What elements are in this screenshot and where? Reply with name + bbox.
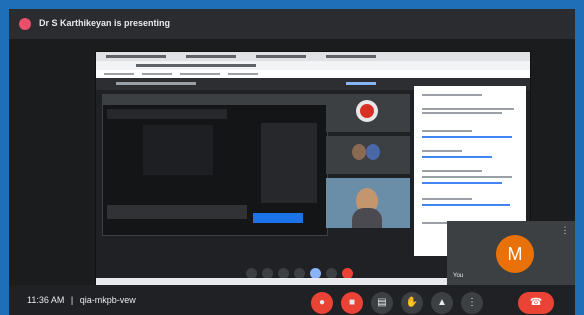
presenter-avatar [19, 18, 31, 30]
raise-hand-button[interactable]: ✋ [401, 292, 423, 314]
participant-tile-1 [326, 94, 410, 132]
self-name: You [453, 273, 464, 279]
mic-toggle-button[interactable]: ● [311, 292, 333, 314]
end-call-icon: ☎ [529, 297, 543, 308]
camera-off-icon: ■ [348, 297, 356, 308]
captions-button[interactable]: ▤ [371, 292, 393, 314]
separator: | [70, 295, 74, 305]
browser-tab-strip [96, 52, 530, 61]
presenting-banner: Dr S Karthikeyan is presenting [9, 9, 575, 39]
present-icon: ▲ [437, 297, 447, 308]
more-vert-icon: ⋮ [467, 297, 477, 308]
self-avatar: M [496, 235, 534, 273]
more-options-icon[interactable]: ⋮ [560, 225, 570, 235]
camera-toggle-button[interactable]: ■ [341, 292, 363, 314]
meet-window: Dr S Karthikeyan is presenting ⋮ M You 1… [9, 9, 575, 315]
raise-hand-icon: ✋ [405, 297, 419, 308]
browser-bookmarks-bar [96, 70, 530, 78]
meeting-code: qia-mkpb-vew [79, 295, 136, 305]
mic-off-icon: ● [318, 297, 326, 308]
browser-address-bar [96, 61, 530, 70]
participant-tile-2 [326, 136, 410, 174]
present-button[interactable]: ▲ [431, 292, 453, 314]
current-time: 11:36 AM [27, 295, 65, 305]
shared-present-button [253, 213, 303, 223]
more-options-button[interactable]: ⋮ [461, 292, 483, 314]
participant-tile-3 [326, 178, 410, 228]
meeting-details: 11:36 AM | qia-mkpb-vew [27, 295, 136, 305]
shared-presentation [102, 94, 328, 236]
meeting-bottom-bar: 11:36 AM | qia-mkpb-vew ● ■ ▤ ✋ ▲ ⋮ ☎ [9, 285, 575, 315]
self-view-tile: ⋮ M You [447, 221, 575, 285]
end-call-button[interactable]: ☎ [518, 292, 554, 314]
captions-icon: ▤ [377, 297, 387, 308]
presenting-text: Dr S Karthikeyan is presenting [39, 18, 171, 28]
